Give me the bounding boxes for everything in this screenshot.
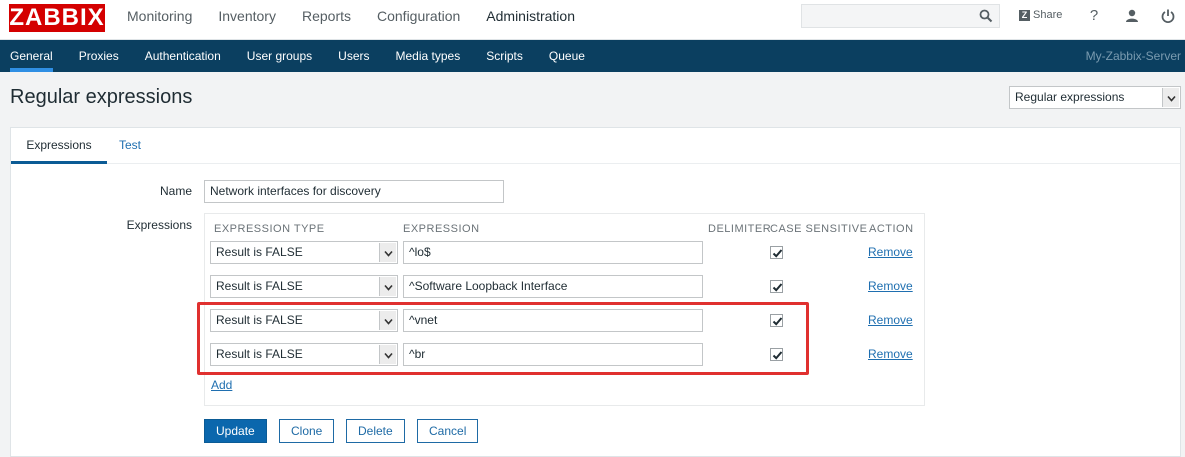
menu-configuration[interactable]: Configuration: [364, 0, 473, 40]
tab-expressions[interactable]: Expressions: [11, 128, 107, 164]
submenu-queue[interactable]: Queue: [536, 40, 598, 72]
share-label: Share: [1033, 9, 1063, 21]
expression-type-select[interactable]: Result is FALSE: [210, 241, 398, 264]
table-row: Result is FALSE ^Software Loopback Inter…: [205, 275, 924, 301]
case-sensitive-checkbox[interactable]: [770, 280, 783, 293]
zabbix-logo[interactable]: ZABBIX: [9, 4, 105, 32]
expression-type-select[interactable]: Result is FALSE: [210, 343, 398, 366]
expressions-table: EXPRESSION TYPE EXPRESSION DELIMITER CAS…: [204, 213, 925, 406]
add-expression-link[interactable]: Add: [211, 378, 232, 392]
table-row: Result is FALSE ^vnet Remove: [205, 309, 924, 335]
submenu-user-groups[interactable]: User groups: [234, 40, 325, 72]
expression-type-select[interactable]: Result is FALSE: [210, 309, 398, 332]
column-header-case-sensitive: CASE SENSITIVE: [770, 223, 868, 235]
name-input[interactable]: Network interfaces for discovery: [204, 180, 504, 203]
expression-input[interactable]: ^br: [403, 343, 703, 366]
column-header-delimiter: DELIMITER: [708, 223, 772, 235]
column-header-expression: EXPRESSION: [403, 223, 480, 235]
search-input[interactable]: [801, 4, 1000, 28]
update-button[interactable]: Update: [204, 419, 267, 443]
case-sensitive-checkbox[interactable]: [770, 348, 783, 361]
search-icon[interactable]: [979, 9, 993, 23]
expression-type-value: Result is FALSE: [216, 347, 303, 361]
case-sensitive-checkbox[interactable]: [770, 314, 783, 327]
menu-monitoring[interactable]: Monitoring: [114, 0, 205, 40]
cancel-button[interactable]: Cancel: [417, 419, 479, 443]
chevron-down-icon[interactable]: [379, 243, 396, 262]
remove-link[interactable]: Remove: [868, 279, 913, 293]
expression-input[interactable]: ^Software Loopback Interface: [403, 275, 703, 298]
column-header-expression-type: EXPRESSION TYPE: [214, 223, 325, 235]
chevron-down-icon[interactable]: [379, 311, 396, 330]
submenu-scripts[interactable]: Scripts: [473, 40, 536, 72]
sub-menu: General Proxies Authentication User grou…: [0, 40, 1185, 72]
submenu-users[interactable]: Users: [325, 40, 382, 72]
remove-link[interactable]: Remove: [868, 245, 913, 259]
expression-input[interactable]: ^lo$: [403, 241, 703, 264]
expression-input[interactable]: ^vnet: [403, 309, 703, 332]
expression-type-value: Result is FALSE: [216, 313, 303, 327]
share-button[interactable]: Z Share: [1019, 9, 1062, 21]
submenu-media-types[interactable]: Media types: [383, 40, 474, 72]
chevron-down-icon[interactable]: [1162, 88, 1179, 107]
remove-link[interactable]: Remove: [868, 313, 913, 327]
sign-out-icon[interactable]: [1160, 8, 1176, 24]
submenu-proxies[interactable]: Proxies: [66, 40, 132, 72]
top-header: ZABBIX Monitoring Inventory Reports Conf…: [0, 0, 1185, 40]
form-card: Expressions Test Name Network interfaces…: [10, 127, 1181, 457]
remove-link[interactable]: Remove: [868, 347, 913, 361]
submenu-general[interactable]: General: [0, 40, 66, 72]
menu-inventory[interactable]: Inventory: [205, 0, 289, 40]
tab-test[interactable]: Test: [119, 128, 141, 164]
user-profile-icon[interactable]: [1124, 8, 1140, 24]
delete-button[interactable]: Delete: [346, 419, 405, 443]
table-row: Result is FALSE ^br Remove: [205, 343, 924, 369]
page-type-select[interactable]: Regular expressions: [1009, 86, 1181, 109]
chevron-down-icon[interactable]: [379, 345, 396, 364]
menu-reports[interactable]: Reports: [289, 0, 364, 40]
page-title: Regular expressions: [10, 86, 193, 108]
name-label: Name: [159, 184, 192, 198]
zabbix-share-icon: Z: [1019, 9, 1030, 21]
expression-type-value: Result is FALSE: [216, 279, 303, 293]
main-menu: Monitoring Inventory Reports Configurati…: [114, 0, 588, 40]
submenu-authentication[interactable]: Authentication: [132, 40, 234, 72]
table-row: Result is FALSE ^lo$ Remove: [205, 241, 924, 267]
case-sensitive-checkbox[interactable]: [770, 246, 783, 259]
expression-type-select[interactable]: Result is FALSE: [210, 275, 398, 298]
help-icon[interactable]: ?: [1086, 8, 1102, 24]
expressions-label: Expressions: [126, 218, 192, 232]
column-header-action: ACTION: [869, 223, 914, 235]
chevron-down-icon[interactable]: [379, 277, 396, 296]
tab-bar: Expressions Test: [11, 128, 1180, 164]
menu-administration[interactable]: Administration: [473, 0, 588, 40]
clone-button[interactable]: Clone: [279, 419, 335, 443]
page-type-select-value: Regular expressions: [1015, 90, 1125, 104]
server-name: My-Zabbix-Server: [1085, 49, 1181, 63]
expression-type-value: Result is FALSE: [216, 245, 303, 259]
